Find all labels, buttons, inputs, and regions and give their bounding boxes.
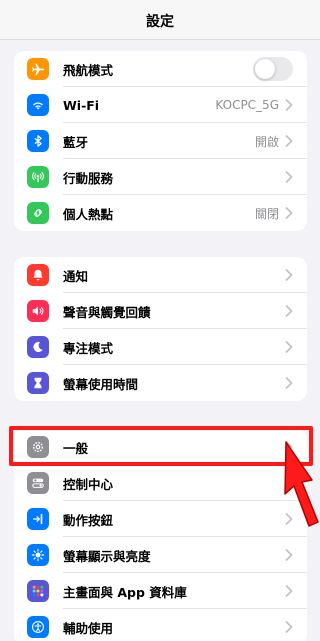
chevron-right-icon [285,207,293,219]
row-label: 聲音與觸覺回饋 [63,304,151,320]
chevron-right-icon [285,269,293,281]
cellular-icon [27,166,49,188]
chevron-right-icon [285,377,293,389]
settings-group-connectivity: 飛航模式 Wi-Fi KOCPC_5G 藍牙 開啟 行動服務 個人熱點 關閉 [14,51,307,231]
settings-row-personal-hotspot[interactable]: 個人熱點 關閉 [14,195,307,231]
settings-row-display-brightness[interactable]: 螢幕顯示與亮度 [14,537,307,573]
page-title: 設定 [146,13,174,30]
red-arrow-icon [284,441,319,527]
action-button-icon [27,508,49,530]
nav-bar: 設定 [0,0,320,40]
toggle-knob [255,59,275,79]
row-value: 關閉 [254,206,279,221]
settings-row-control-center[interactable]: 控制中心 [14,465,307,501]
row-value: KOCPC_5G [215,98,279,112]
row-value: 開啟 [254,134,279,149]
chevron-right-icon [285,135,293,147]
settings-row-cellular[interactable]: 行動服務 [14,159,307,195]
row-label: 螢幕顯示與亮度 [63,548,151,564]
speaker-icon [27,300,49,322]
app-grid-icon [27,580,49,602]
chevron-right-icon [285,621,293,633]
settings-row-sounds-haptics[interactable]: 聲音與觸覺回饋 [14,293,307,329]
sun-icon [27,544,49,566]
toggles-icon [27,472,49,494]
settings-row-bluetooth[interactable]: 藍牙 開啟 [14,123,307,159]
accessibility-icon [27,616,49,638]
settings-row-wifi[interactable]: Wi-Fi KOCPC_5G [14,87,307,123]
chevron-right-icon [285,171,293,183]
settings-row-airplane-mode[interactable]: 飛航模式 [14,51,307,87]
settings-row-notifications[interactable]: 通知 [14,257,307,293]
row-label: 藍牙 [63,134,89,150]
bluetooth-icon [27,130,49,152]
row-label: 動作按鈕 [63,512,114,528]
row-label: 通知 [63,268,89,284]
airplane-mode-toggle[interactable] [253,57,293,81]
settings-row-screen-time[interactable]: 螢幕使用時間 [14,365,307,401]
bell-icon [27,264,49,286]
row-label: 個人熱點 [63,206,114,222]
moon-icon [27,336,49,358]
chevron-right-icon [285,305,293,317]
row-label: 主畫面與 App 資料庫 [63,584,187,600]
highlight-box-general [9,426,313,466]
row-label: 輔助使用 [63,620,114,636]
settings-row-accessibility[interactable]: 輔助使用 [14,609,307,641]
settings-row-home-screen-app-library[interactable]: 主畫面與 App 資料庫 [14,573,307,609]
settings-group-notifications: 通知 聲音與觸覺回饋 專注模式 螢幕使用時間 [14,257,307,401]
settings-row-action-button[interactable]: 動作按鈕 [14,501,307,537]
row-label: 控制中心 [63,476,114,492]
row-label: Wi-Fi [63,97,100,113]
hourglass-icon [27,372,49,394]
chevron-right-icon [285,99,293,111]
chevron-right-icon [285,549,293,561]
settings-row-focus[interactable]: 專注模式 [14,329,307,365]
hotspot-icon [27,202,49,224]
row-label: 專注模式 [63,340,114,356]
chevron-right-icon [285,585,293,597]
row-label: 行動服務 [63,170,114,186]
row-label: 飛航模式 [63,62,114,78]
row-label: 螢幕使用時間 [63,376,139,392]
airplane-icon [27,58,49,80]
chevron-right-icon [285,341,293,353]
wifi-icon [27,94,49,116]
